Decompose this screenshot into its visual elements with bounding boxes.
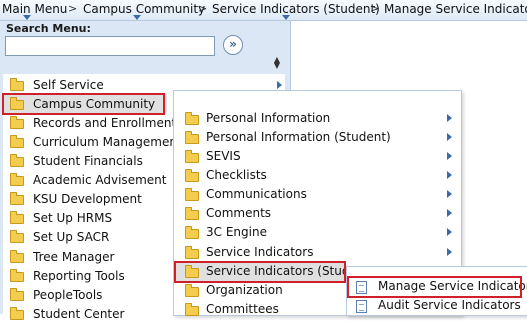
submenu-item-audit-service-indicators[interactable]: Audit Service Indicators [378, 296, 521, 315]
breadcrumb-service-indicators-student[interactable]: Service Indicators (Student) [212, 0, 380, 20]
menu-item-peopletools[interactable]: PeopleTools [33, 286, 102, 305]
menu-item-records-and-enrollment[interactable]: Records and Enrollment [33, 114, 176, 133]
folder-icon [10, 230, 24, 243]
folder-icon [10, 116, 24, 129]
submenu-item-checklists[interactable]: Checklists [206, 166, 267, 185]
menu-item-reporting-tools[interactable]: Reporting Tools [33, 267, 125, 286]
chevron-right-icon [447, 133, 452, 141]
menu-item-student-financials[interactable]: Student Financials [33, 152, 143, 171]
submenu-item-3c-engine[interactable]: 3C Engine [206, 223, 267, 242]
dropdown-triangle-icon [282, 15, 290, 20]
folder-icon [185, 150, 199, 163]
highlight-campus-community [2, 93, 165, 115]
breadcrumb: Main Menu > Campus Community > Service I… [0, 0, 527, 21]
breadcrumb-separator-icon: > [198, 2, 208, 15]
folder-icon [10, 78, 24, 91]
folder-icon [10, 288, 24, 301]
chevron-right-icon [447, 228, 452, 236]
document-icon [356, 300, 367, 313]
submenu-item-personal-information[interactable]: Personal Information [206, 109, 330, 128]
folder-icon [10, 154, 24, 167]
breadcrumb-manage-service-indicators[interactable]: Manage Service Indicators [384, 0, 527, 20]
submenu-item-personal-information-student[interactable]: Personal Information (Student) [206, 128, 391, 147]
submenu-item-committees[interactable]: Committees [206, 300, 279, 319]
folder-icon [10, 192, 24, 205]
submenu-item-communications[interactable]: Communications [206, 185, 307, 204]
folder-icon [185, 131, 199, 144]
folder-icon [185, 246, 199, 259]
folder-icon [185, 226, 199, 239]
folder-icon [10, 269, 24, 282]
dropdown-triangle-icon [133, 15, 141, 20]
search-input[interactable] [5, 36, 215, 56]
submenu-item-service-indicators[interactable]: Service Indicators [206, 243, 313, 262]
chevron-right-icon [447, 171, 452, 179]
chevron-right-icon [447, 248, 452, 256]
folder-icon [10, 307, 24, 320]
highlight-manage-service-indicators [347, 276, 522, 298]
submenu-item-sevis[interactable]: SEVIS [206, 147, 241, 166]
menu-item-set-up-hrms[interactable]: Set Up HRMS [33, 209, 112, 228]
menu-item-academic-advisement[interactable]: Academic Advisement [33, 171, 166, 190]
folder-icon [185, 303, 199, 316]
highlight-service-indicators-student [174, 261, 346, 283]
folder-icon [10, 173, 24, 186]
folder-icon [10, 211, 24, 224]
breadcrumb-separator-icon: > [68, 2, 78, 15]
dropdown-triangle-icon [23, 15, 31, 20]
folder-icon [185, 207, 199, 220]
sort-arrows-icon[interactable]: ▲ ▼ [273, 56, 281, 70]
breadcrumb-main-menu[interactable]: Main Menu [2, 0, 67, 20]
chevron-right-icon [447, 209, 452, 217]
menu-item-ksu-development[interactable]: KSU Development [33, 190, 142, 209]
folder-icon [185, 112, 199, 125]
folder-icon [10, 250, 24, 263]
submenu-item-comments[interactable]: Comments [206, 204, 271, 223]
menu-item-tree-manager[interactable]: Tree Manager [33, 248, 114, 267]
search-menu-label: Search Menu: [6, 22, 91, 35]
breadcrumb-campus-community[interactable]: Campus Community [83, 0, 205, 20]
folder-icon [185, 169, 199, 182]
chevron-right-icon [447, 114, 452, 122]
folder-icon [185, 188, 199, 201]
submenu-item-organization[interactable]: Organization [206, 281, 283, 300]
menu-item-curriculum-management[interactable]: Curriculum Management [33, 133, 182, 152]
chevron-right-icon [447, 152, 452, 160]
breadcrumb-separator-icon: > [370, 2, 380, 15]
chevron-right-icon [277, 81, 282, 89]
menu-item-student-center[interactable]: Student Center [33, 305, 124, 324]
menu-item-set-up-sacr[interactable]: Set Up SACR [33, 228, 109, 247]
search-go-button[interactable]: » [223, 35, 243, 55]
chevron-right-icon [447, 190, 452, 198]
folder-icon [185, 284, 199, 297]
folder-icon [10, 135, 24, 148]
